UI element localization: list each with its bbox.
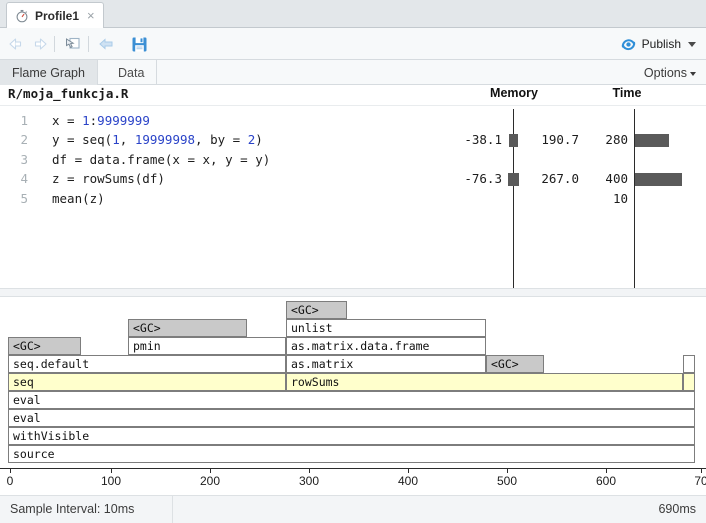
sample-interval-label: Sample Interval: 10ms xyxy=(10,502,135,516)
toolbar-divider-1 xyxy=(54,36,55,52)
panel-splitter[interactable] xyxy=(0,288,706,297)
tab-flame-graph[interactable]: Flame Graph xyxy=(0,60,98,85)
tab-data-label: Data xyxy=(118,65,145,80)
flame-block-gc[interactable]: <GC> xyxy=(286,301,347,319)
publish-button[interactable]: Publish xyxy=(616,33,700,55)
options-button[interactable]: Options xyxy=(638,60,702,85)
close-icon[interactable]: × xyxy=(87,9,95,22)
axis-tick xyxy=(606,468,607,473)
code-line-text: x = 1:9999999 xyxy=(52,113,150,128)
publish-label: Publish xyxy=(641,37,681,51)
flame-block-pmin[interactable]: pmin xyxy=(128,337,286,355)
options-label: Options xyxy=(643,65,687,80)
status-divider xyxy=(172,496,173,523)
code-line-text: z = rowSums(df) xyxy=(52,171,165,187)
document-tab-bar: Profile1 × xyxy=(0,0,706,28)
time-bar xyxy=(635,134,669,148)
profvis-window: Profile1 × Publish Flame Graph Data Opti… xyxy=(0,0,706,523)
axis-rule xyxy=(0,468,706,469)
time-bar xyxy=(635,173,682,187)
line-number: 5 xyxy=(20,190,28,206)
code-line-row[interactable]: 1 x = 1:9999999 xyxy=(0,113,706,132)
stopwatch-icon xyxy=(15,9,29,23)
axis-tick-label: 100 xyxy=(100,474,122,488)
time-column-header: Time xyxy=(612,86,642,100)
axis-tick xyxy=(309,468,310,473)
code-line-row[interactable]: 4 z = rowSums(df) -76.3 267.0 400 xyxy=(0,171,706,190)
code-line-row[interactable]: 5 mean(z) 10 xyxy=(0,191,706,210)
left-arrow-icon[interactable] xyxy=(96,33,118,55)
flame-graph[interactable]: <GC> <GC> unlist <GC> pmin as.matrix.data.fra… xyxy=(0,297,706,468)
flame-block[interactable] xyxy=(683,373,695,391)
source-filename: R/moja_funkcja.R xyxy=(8,86,129,101)
publish-icon xyxy=(620,36,637,53)
memory-allocated-value: 267.0 xyxy=(541,171,579,187)
flame-block[interactable] xyxy=(683,355,695,373)
code-line-row[interactable]: 2 y = seq(1, 19999998, by = 2) -38.1 190.7 2… xyxy=(0,132,706,151)
time-value: 400 xyxy=(605,171,628,187)
line-number: 3 xyxy=(20,151,28,167)
chevron-down-icon xyxy=(690,71,696,76)
axis-tick-label: 200 xyxy=(199,474,221,488)
flame-block-asmatrixdataframe[interactable]: as.matrix.data.frame xyxy=(286,337,486,355)
axis-tick xyxy=(701,468,702,473)
flame-block-unlist[interactable]: unlist xyxy=(286,319,486,337)
code-line-row[interactable]: 3 df = data.frame(x = x, y = y) xyxy=(0,152,706,171)
document-tab-label: Profile1 xyxy=(35,8,80,23)
line-number: 4 xyxy=(20,171,28,187)
tab-data[interactable]: Data xyxy=(106,60,158,85)
line-number: 2 xyxy=(20,132,28,148)
flame-block-gc[interactable]: <GC> xyxy=(8,337,81,355)
memory-deallocated-value: -38.1 xyxy=(464,132,502,148)
axis-tick-label: 400 xyxy=(397,474,419,488)
flame-block-source[interactable]: source xyxy=(8,445,695,463)
open-in-window-icon[interactable] xyxy=(62,33,84,55)
flame-block-seq[interactable]: seq xyxy=(8,373,286,391)
toolbar-divider-2 xyxy=(88,36,89,52)
axis-tick xyxy=(507,468,508,473)
axis-tick-label: 300 xyxy=(298,474,320,488)
memory-allocated-value: 190.7 xyxy=(541,132,579,148)
code-line-text: df = data.frame(x = x, y = y) xyxy=(52,151,271,167)
time-value: 10 xyxy=(612,190,628,206)
axis-tick-label: 0 xyxy=(6,474,14,488)
back-arrow-icon[interactable] xyxy=(6,33,28,55)
flame-block-withvisible[interactable]: withVisible xyxy=(8,427,695,445)
line-number: 1 xyxy=(20,113,28,128)
code-panel: R/moja_funkcja.R Memory Time 1 x = 1:9999… xyxy=(0,85,706,288)
document-tab-profile1[interactable]: Profile1 × xyxy=(6,2,104,28)
total-time-label: 690ms xyxy=(658,502,696,516)
forward-arrow-icon[interactable] xyxy=(28,33,50,55)
flame-block-asmatrix[interactable]: as.matrix xyxy=(286,355,486,373)
flame-graph-x-axis: 0 100 200 300 400 500 600 70 xyxy=(0,468,706,495)
axis-tick xyxy=(111,468,112,473)
time-value: 280 xyxy=(605,132,628,148)
header-divider xyxy=(0,105,706,106)
toolbar: Publish xyxy=(0,28,706,60)
code-line-text: y = seq(1, 19999998, by = 2) xyxy=(52,132,263,148)
flame-block-eval[interactable]: eval xyxy=(8,391,695,409)
save-icon[interactable] xyxy=(128,33,150,55)
chevron-down-icon[interactable] xyxy=(688,41,696,47)
flame-block-gc[interactable]: <GC> xyxy=(486,355,544,373)
axis-tick xyxy=(408,468,409,473)
tab-flame-graph-label: Flame Graph xyxy=(12,65,85,80)
flame-block-seqdefault[interactable]: seq.default xyxy=(8,355,286,373)
memory-deallocated-value: -76.3 xyxy=(464,171,502,187)
axis-tick xyxy=(10,468,11,473)
memory-bar xyxy=(507,173,519,187)
axis-tick-label: 70 xyxy=(694,474,706,488)
flame-block-gc[interactable]: <GC> xyxy=(128,319,247,337)
view-tab-bar: Flame Graph Data Options xyxy=(0,60,706,85)
axis-tick xyxy=(210,468,211,473)
flame-block-rowsums[interactable]: rowSums xyxy=(286,373,683,391)
status-bar: Sample Interval: 10ms 690ms xyxy=(0,495,706,523)
code-line-text: mean(z) xyxy=(52,190,105,206)
axis-tick-label: 500 xyxy=(496,474,518,488)
memory-column-header: Memory xyxy=(490,86,538,100)
flame-block-eval[interactable]: eval xyxy=(8,409,695,427)
axis-tick-label: 600 xyxy=(595,474,617,488)
memory-bar xyxy=(508,134,518,148)
